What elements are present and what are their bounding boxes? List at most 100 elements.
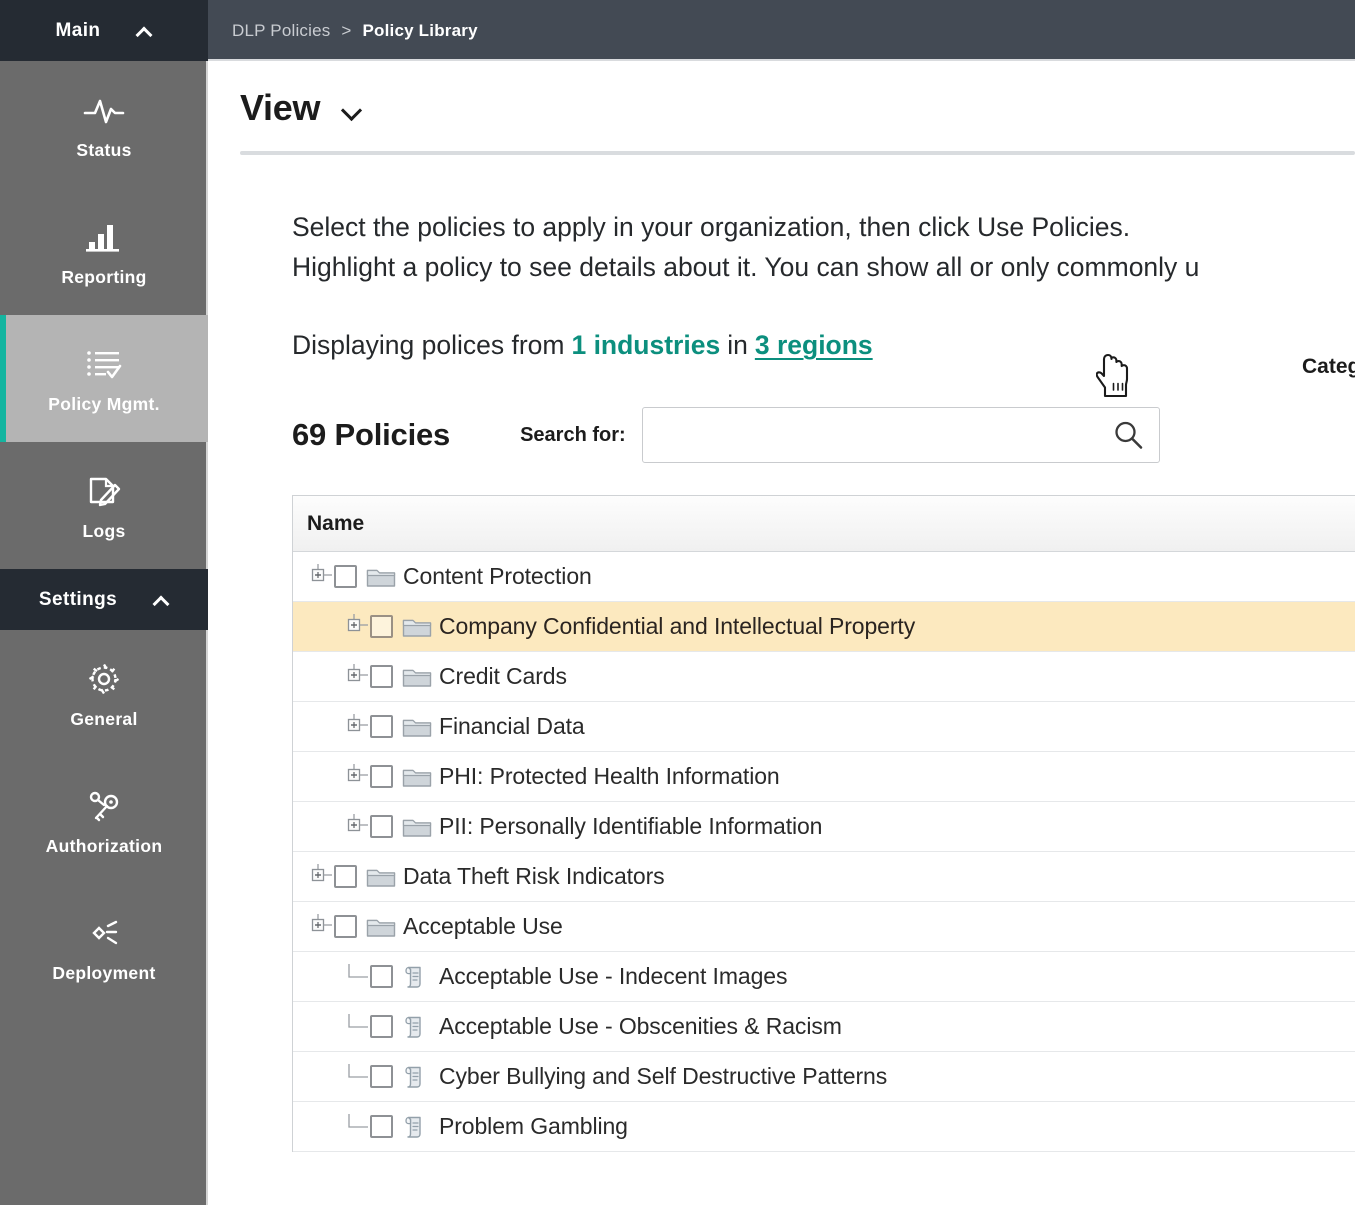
tree-indent bbox=[307, 1126, 343, 1127]
chevron-up-icon bbox=[136, 23, 152, 39]
sidebar-item-authorization[interactable]: Authorization bbox=[0, 757, 208, 884]
table-row[interactable]: Acceptable Use - Obscenities & Racism bbox=[293, 1002, 1355, 1052]
sidebar-item-status-label: Status bbox=[76, 142, 131, 160]
column-header-name: Name bbox=[307, 512, 364, 536]
tree-expander-icon[interactable] bbox=[307, 913, 333, 941]
table-row[interactable]: Financial Data bbox=[293, 702, 1355, 752]
policies-count: 69 Policies bbox=[292, 417, 450, 453]
row-checkbox[interactable] bbox=[370, 1115, 393, 1138]
row-checkbox[interactable] bbox=[370, 815, 393, 838]
breadcrumb-separator: > bbox=[341, 21, 351, 40]
row-checkbox[interactable] bbox=[370, 615, 393, 638]
tree-expander-icon[interactable] bbox=[343, 763, 369, 791]
displaying-summary: Displaying polices from 1 industries in … bbox=[292, 330, 1355, 361]
folder-icon bbox=[366, 914, 396, 940]
table-body: Content Protection Company Confidential a… bbox=[293, 552, 1355, 1152]
chevron-down-icon[interactable] bbox=[341, 101, 363, 123]
sidebar-item-policy-mgmt-label: Policy Mgmt. bbox=[48, 396, 160, 414]
row-name: Content Protection bbox=[403, 563, 592, 590]
policy-table: Name Content Protection Company Confident… bbox=[292, 495, 1355, 1152]
table-row[interactable]: Acceptable Use bbox=[293, 902, 1355, 952]
sidebar-item-policy-mgmt[interactable]: Policy Mgmt. bbox=[0, 315, 208, 442]
sidebar-item-authorization-label: Authorization bbox=[46, 838, 163, 856]
row-name: Problem Gambling bbox=[439, 1113, 628, 1140]
tree-leaf-connector-icon bbox=[343, 1113, 369, 1141]
folder-icon bbox=[366, 564, 396, 590]
sidebar-item-reporting[interactable]: Reporting bbox=[0, 188, 208, 315]
tree-expander-icon[interactable] bbox=[343, 613, 369, 641]
row-checkbox[interactable] bbox=[370, 665, 393, 688]
tree-indent bbox=[307, 1076, 343, 1077]
sidebar-item-logs[interactable]: Logs bbox=[0, 442, 208, 569]
search-input[interactable] bbox=[643, 408, 1159, 462]
sidebar-item-general[interactable]: General bbox=[0, 630, 208, 757]
row-checkbox[interactable] bbox=[370, 765, 393, 788]
table-row[interactable]: Company Confidential and Intellectual Pr… bbox=[293, 602, 1355, 652]
table-row[interactable]: PHI: Protected Health Information bbox=[293, 752, 1355, 802]
table-row[interactable]: Cyber Bullying and Self Destructive Patt… bbox=[293, 1052, 1355, 1102]
tree-leaf-connector-icon bbox=[343, 963, 369, 991]
row-name: Data Theft Risk Indicators bbox=[403, 863, 665, 890]
breadcrumb: DLP Policies > Policy Library bbox=[232, 21, 478, 41]
folder-icon bbox=[402, 614, 432, 640]
tree-indent bbox=[307, 776, 343, 777]
sidebar-item-deployment-label: Deployment bbox=[52, 965, 155, 983]
sidebar-item-deployment[interactable]: Deployment bbox=[0, 884, 208, 1011]
row-name: Financial Data bbox=[439, 713, 585, 740]
sidebar-item-status[interactable]: Status bbox=[0, 61, 208, 188]
tree-expander-icon[interactable] bbox=[343, 713, 369, 741]
breadcrumb-parent[interactable]: DLP Policies bbox=[232, 21, 330, 40]
policy-library-screen: Main Status Reporting bbox=[0, 0, 1355, 1205]
folder-icon bbox=[402, 664, 432, 690]
search-label: Search for: bbox=[520, 424, 626, 447]
sidebar-group-settings-label: Settings bbox=[39, 589, 117, 611]
sidebar-group-main-label: Main bbox=[56, 20, 101, 42]
policy-icon bbox=[402, 964, 432, 990]
instructions-line-2: Highlight a policy to see details about … bbox=[292, 247, 1355, 287]
tree-expander-icon[interactable] bbox=[307, 563, 333, 591]
tree-expander-icon[interactable] bbox=[307, 863, 333, 891]
row-checkbox[interactable] bbox=[370, 1065, 393, 1088]
table-row[interactable]: Acceptable Use - Indecent Images bbox=[293, 952, 1355, 1002]
row-name: Company Confidential and Intellectual Pr… bbox=[439, 613, 915, 640]
gear-icon bbox=[82, 659, 126, 699]
tree-expander-icon[interactable] bbox=[343, 663, 369, 691]
table-row[interactable]: Data Theft Risk Indicators bbox=[293, 852, 1355, 902]
policy-icon bbox=[402, 1014, 432, 1040]
row-checkbox[interactable] bbox=[370, 1015, 393, 1038]
row-checkbox[interactable] bbox=[334, 565, 357, 588]
row-checkbox[interactable] bbox=[370, 715, 393, 738]
table-row[interactable]: Content Protection bbox=[293, 552, 1355, 602]
search-icon[interactable] bbox=[1111, 418, 1145, 452]
row-name: Acceptable Use bbox=[403, 913, 563, 940]
tree-indent bbox=[307, 726, 343, 727]
folder-icon bbox=[366, 864, 396, 890]
sidebar-item-general-label: General bbox=[70, 711, 137, 729]
pulse-icon bbox=[82, 90, 126, 130]
regions-link[interactable]: 3 regions bbox=[755, 330, 873, 361]
tree-expander-icon[interactable] bbox=[343, 813, 369, 841]
key-icon bbox=[82, 786, 126, 826]
row-checkbox[interactable] bbox=[334, 865, 357, 888]
row-name: PHI: Protected Health Information bbox=[439, 763, 780, 790]
breadcrumb-bar: DLP Policies > Policy Library bbox=[208, 0, 1355, 61]
table-row[interactable]: Credit Cards bbox=[293, 652, 1355, 702]
row-checkbox[interactable] bbox=[370, 965, 393, 988]
category-label: Category: bbox=[1302, 355, 1355, 379]
table-row[interactable]: PII: Personally Identifiable Information bbox=[293, 802, 1355, 852]
tree-indent bbox=[307, 676, 343, 677]
folder-icon bbox=[402, 764, 432, 790]
industries-count: 1 industries bbox=[571, 330, 720, 361]
search-box[interactable] bbox=[642, 407, 1160, 463]
row-name: Acceptable Use - Indecent Images bbox=[439, 963, 787, 990]
row-checkbox[interactable] bbox=[334, 915, 357, 938]
bar-chart-icon bbox=[82, 217, 126, 257]
sidebar-group-settings[interactable]: Settings bbox=[0, 569, 208, 630]
sidebar-group-main[interactable]: Main bbox=[0, 0, 208, 61]
search-row: 69 Policies Search for: bbox=[292, 407, 1355, 463]
body-area: Select the policies to apply in your org… bbox=[208, 207, 1355, 1152]
tree-leaf-connector-icon bbox=[343, 1063, 369, 1091]
table-row[interactable]: Problem Gambling bbox=[293, 1102, 1355, 1152]
row-name: Credit Cards bbox=[439, 663, 567, 690]
row-name: Cyber Bullying and Self Destructive Patt… bbox=[439, 1063, 887, 1090]
